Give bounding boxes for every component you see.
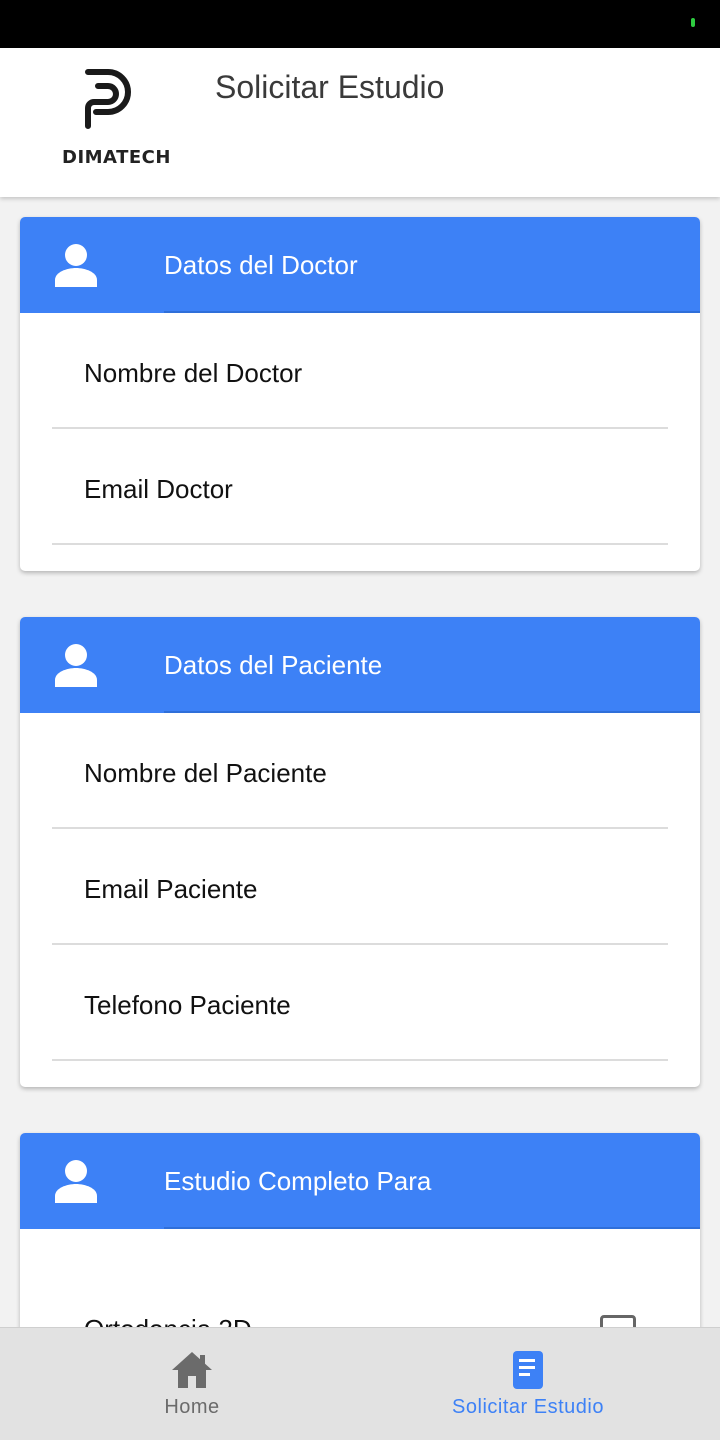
nav-solicitar-estudio[interactable]: Solicitar Estudio — [348, 1328, 708, 1440]
field-label: Telefono Paciente — [84, 990, 291, 1020]
field-label: Nombre del Doctor — [84, 358, 303, 388]
ortodoncia-2d-checkbox[interactable] — [600, 1315, 636, 1327]
option-ortodoncia-2d: Ortodoncia 2D — [52, 1229, 668, 1327]
patient-email-field[interactable]: Email Paciente — [52, 829, 668, 945]
logo-mark-icon — [85, 69, 131, 129]
patient-card: Datos del Paciente Nombre del Paciente E… — [20, 617, 700, 1087]
option-label: Ortodoncia 2D — [84, 1314, 252, 1327]
status-indicator — [691, 18, 695, 27]
doctor-name-field[interactable]: Nombre del Doctor — [52, 313, 668, 429]
card-header: Datos del Doctor — [20, 217, 700, 313]
patient-name-field[interactable]: Nombre del Paciente — [52, 713, 668, 829]
person-icon — [55, 1160, 97, 1203]
field-label: Nombre del Paciente — [84, 758, 327, 788]
nav-label: Solicitar Estudio — [452, 1396, 604, 1418]
app-bar: DIMATECH Solicitar Estudio — [0, 48, 720, 197]
card-title: Datos del Paciente — [164, 650, 383, 680]
field-label: Email Doctor — [84, 474, 233, 504]
dimatech-logo: DIMATECH — [58, 68, 171, 168]
card-header: Estudio Completo Para — [20, 1133, 700, 1229]
page-title: Solicitar Estudio — [215, 69, 445, 105]
status-bar — [0, 0, 720, 48]
card-header: Datos del Paciente — [20, 617, 700, 713]
field-label: Email Paciente — [84, 874, 258, 904]
nav-home[interactable]: Home — [12, 1328, 372, 1440]
doctor-email-field[interactable]: Email Doctor — [52, 429, 668, 545]
form-content[interactable]: Datos del Doctor Nombre del Doctor Email… — [0, 197, 720, 1327]
nav-label: Home — [164, 1396, 220, 1418]
doctor-card: Datos del Doctor Nombre del Doctor Email… — [20, 217, 700, 571]
document-icon — [513, 1351, 543, 1389]
person-icon — [55, 244, 97, 287]
patient-phone-field[interactable]: Telefono Paciente — [52, 945, 668, 1061]
person-icon — [55, 644, 97, 687]
study-card: Estudio Completo Para Ortodoncia 2D — [20, 1133, 700, 1327]
card-title: Estudio Completo Para — [164, 1166, 432, 1196]
card-title: Datos del Doctor — [164, 250, 358, 280]
bottom-navigation: Home Solicitar Estudio — [0, 1327, 720, 1440]
home-icon — [172, 1352, 212, 1388]
logo-text: DIMATECH — [62, 147, 171, 168]
